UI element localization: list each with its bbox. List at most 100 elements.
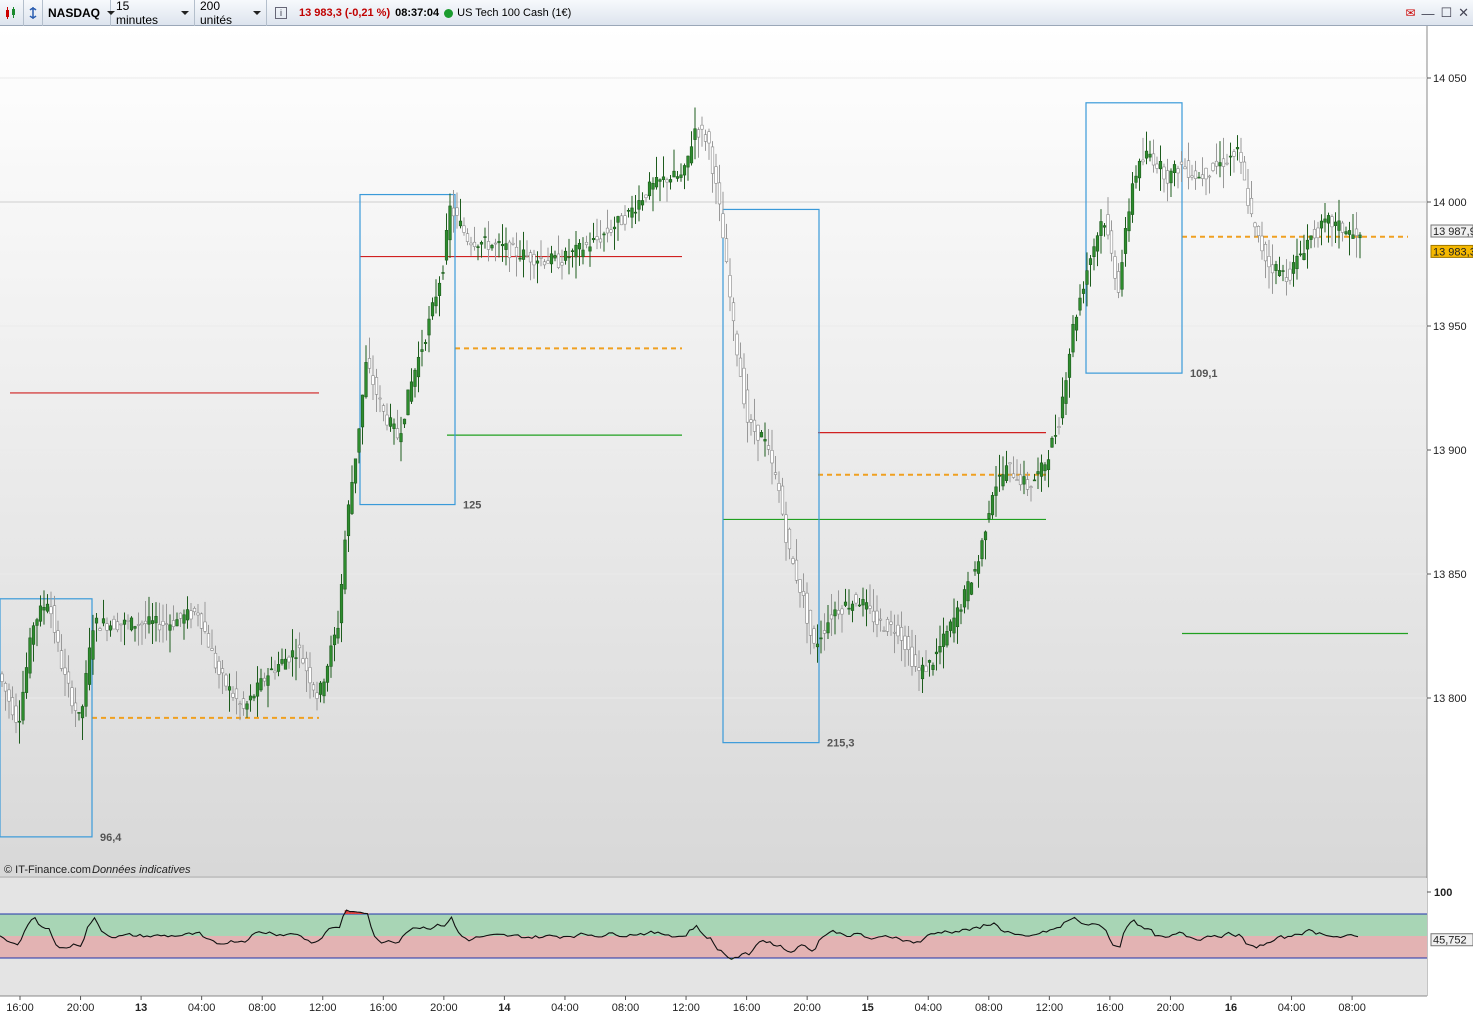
instrument-name: US Tech 100 Cash (1€) (457, 7, 572, 19)
candle-body (423, 342, 428, 344)
candle-body (605, 227, 610, 234)
candle-body (1099, 221, 1103, 236)
candle-body (822, 630, 827, 634)
units-selector[interactable]: 200 unités (195, 0, 267, 27)
symbol-selector[interactable]: NASDAQ (43, 0, 116, 26)
candle-body (364, 362, 368, 398)
candle-body (52, 605, 57, 633)
candle-body (451, 207, 456, 217)
candle-body (910, 646, 914, 667)
candle-body (353, 458, 358, 484)
time-tick-label: 20:00 (793, 1002, 821, 1014)
candle-body (1025, 479, 1030, 490)
candle-body (329, 645, 333, 667)
candle-body (269, 668, 274, 671)
candle-body (1137, 160, 1142, 179)
candle-body (346, 504, 351, 537)
interval-selector[interactable]: 15 minutes (111, 0, 195, 27)
candle-body (1218, 162, 1222, 167)
candle-body (938, 646, 942, 653)
candle-body (693, 128, 697, 140)
candle-body (1092, 246, 1096, 257)
candle-body (392, 423, 396, 429)
price-tick-label: 13 950 (1433, 321, 1467, 333)
time-tick-label: 04:00 (914, 1002, 942, 1014)
candle-body (287, 656, 291, 663)
candle-body (262, 677, 267, 682)
candle-body (1284, 277, 1289, 282)
candle-body (161, 621, 165, 626)
candle-body (147, 616, 151, 625)
candle-body (1106, 214, 1110, 236)
candle-body (962, 589, 967, 608)
candle-body (1354, 228, 1359, 236)
close-icon[interactable]: ✕ (1458, 5, 1469, 21)
candle-body (969, 582, 974, 595)
candle-body (1270, 264, 1275, 274)
candle-body (899, 627, 904, 641)
candle-body (542, 261, 547, 266)
candle-body (1172, 164, 1177, 174)
candle-body (1057, 426, 1061, 428)
candle-body (1064, 380, 1068, 404)
candle-body (654, 177, 659, 188)
candle-body (1197, 176, 1201, 179)
time-tick-label: 08:00 (612, 1002, 640, 1014)
candle-body (1302, 253, 1306, 261)
candle-body (1256, 226, 1261, 236)
candlestick-icon[interactable] (0, 0, 24, 26)
candle-body (388, 417, 393, 427)
candle-body (402, 418, 407, 425)
candle-body (854, 594, 858, 604)
candle-body (591, 238, 596, 241)
candle-body (175, 619, 179, 627)
chevron-down-icon (253, 11, 261, 15)
candle-body (661, 176, 666, 180)
disclaimer: Données indicatives (92, 864, 191, 876)
candle-body (1039, 462, 1044, 477)
candle-body (238, 703, 242, 705)
alert-icon[interactable]: ✉ (1405, 6, 1415, 20)
candle-body (248, 695, 253, 701)
candle-body (231, 692, 235, 698)
range-label: 109,1 (1190, 368, 1218, 380)
candle-body (1214, 160, 1219, 167)
candle-body (833, 609, 837, 617)
maximize-icon[interactable]: ☐ (1440, 5, 1452, 21)
link-icon[interactable] (24, 0, 43, 26)
candle-body (756, 424, 760, 441)
candle-body (1340, 222, 1345, 233)
candle-body (903, 635, 907, 650)
candle-body (171, 620, 176, 627)
candle-body (395, 428, 400, 439)
candle-body (882, 630, 886, 632)
candle-body (66, 671, 71, 684)
price-tick-label: 14 000 (1433, 197, 1467, 209)
candle-body (129, 617, 134, 631)
candle-body (203, 621, 207, 632)
candle-body (815, 643, 820, 648)
candle-body (1018, 474, 1023, 486)
info-icon[interactable]: i (275, 7, 287, 19)
candle-body (717, 182, 722, 205)
candle-body (455, 207, 459, 216)
candle-body (1186, 160, 1191, 178)
candle-body (885, 619, 890, 632)
units-label: 200 unités (200, 0, 233, 27)
candle-body (1225, 162, 1229, 165)
candle-body (136, 624, 141, 626)
minimize-icon[interactable]: — (1421, 6, 1434, 21)
candle-body (31, 625, 36, 645)
price-chart[interactable]: 96,4 125 215,3 109,1 14 050 14 000 13 950 13 9… (0, 26, 1473, 1016)
candle-body (38, 605, 43, 622)
interval-label: 15 minutes (116, 0, 159, 27)
price-tag-label: 13 987,9 (1433, 226, 1473, 238)
candle-body (952, 617, 956, 634)
candle-body (416, 356, 421, 378)
time-tick-label: 15 (862, 1002, 874, 1014)
candle-body (920, 664, 925, 680)
candle-body (588, 246, 592, 252)
candle-body (1088, 258, 1093, 265)
candle-body (1095, 235, 1100, 252)
candle-body (703, 134, 708, 142)
